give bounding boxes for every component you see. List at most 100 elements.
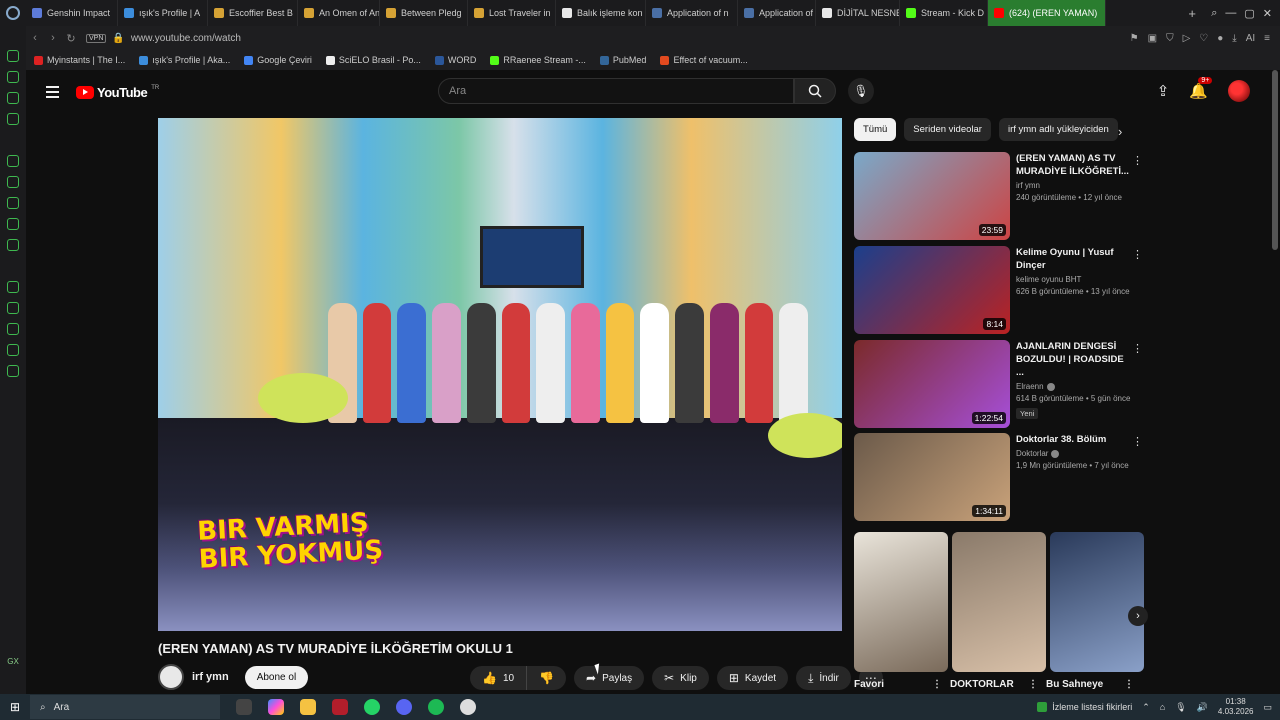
browser-tab[interactable]: DİJİTAL NESNE [816,0,900,26]
recommendation-channel[interactable]: irf ymn [1016,181,1132,190]
save-button[interactable]: ⊞ Kaydet [716,666,789,690]
channel-name[interactable]: irf ymn [192,671,229,683]
like-button[interactable]: 👍 10 [470,666,528,690]
whatsapp-icon[interactable] [7,176,19,188]
chips-next-icon[interactable]: › [1118,124,1122,139]
short-thumbnail[interactable] [854,532,948,672]
news-widget[interactable]: İzleme listesi fikirleri [1037,702,1132,712]
share-button[interactable]: ➦ Paylaş [574,666,645,690]
browser-tab[interactable]: Application of n [646,0,738,26]
short-item[interactable]: Bu Sahneye ⋮ [1046,679,1142,690]
recommendation-title[interactable]: Doktorlar 38. Bölüm [1016,433,1132,446]
ai-icon[interactable]: AI [1246,33,1255,44]
bookmark-icon[interactable]: ⚑ [1130,33,1139,44]
account-avatar[interactable] [1228,80,1250,102]
windows-start-icon[interactable]: ⊞ [0,700,30,714]
browser-tab[interactable]: Lost Traveler in [468,0,556,26]
search-tabs-icon[interactable]: ⌕ [1211,7,1217,20]
hamburger-menu-icon[interactable] [46,86,66,98]
browser-tab[interactable]: Genshin Impact [26,0,118,26]
download-button[interactable]: ⤓ İndir [796,666,851,690]
player-sidebar-icon[interactable] [7,281,19,293]
settings-icon[interactable] [7,365,19,377]
filter-chip[interactable]: Tümü [854,118,897,141]
more-vertical-icon[interactable]: ⋮ [1132,248,1143,261]
sidebar-game-icon[interactable] [7,92,19,104]
url-field[interactable]: www.youtube.com/watch [131,33,241,44]
minimize-icon[interactable]: — [1225,7,1236,20]
bookmark-item[interactable]: ışık's Profile | Aka... [139,55,230,65]
video-thumbnail[interactable]: 1:34:11 [854,433,1010,521]
youtube-logo[interactable]: YouTube TR [76,85,159,100]
browser-tab[interactable]: Application of n [738,0,816,26]
browser-tab[interactable]: Escoffier Best B [208,0,298,26]
file-explorer-icon[interactable] [300,699,316,715]
bookmark-item[interactable]: PubMed [599,55,646,65]
video-player[interactable]: BIR VARMIŞ BIR YOKMUŞ [158,118,842,631]
video-thumbnail[interactable]: 1:22:54 [854,340,1010,428]
page-scrollbar[interactable] [1272,70,1278,250]
bookmark-item[interactable]: SciELO Brasil - Po... [325,55,421,65]
gx-icon[interactable]: GX [7,657,19,666]
search-input[interactable]: Ara [438,78,794,104]
whatsapp-taskbar-icon[interactable] [364,699,380,715]
clock[interactable]: 01:38 4.03.2026 [1218,697,1254,717]
recommendation-channel[interactable]: Elraenn [1016,382,1132,391]
sidebar-home-icon[interactable] [7,50,19,62]
spotify-taskbar-icon[interactable] [428,699,444,715]
filter-chip[interactable]: irf ymn adlı yükleyiciden [998,118,1118,141]
lock-icon[interactable]: 🔒 [112,33,124,44]
snapshot-icon[interactable]: ▣ [1148,33,1157,44]
recommendation-channel[interactable]: kelime oyunu BHT [1016,275,1132,284]
menu-icon[interactable]: ≡ [1264,33,1270,44]
player-icon[interactable]: ▷ [1183,33,1191,44]
more-vertical-icon[interactable]: ⋮ [932,679,942,690]
bookmark-item[interactable]: Effect of vacuum... [660,55,748,65]
more-vertical-icon[interactable]: ⋮ [1028,679,1038,690]
short-item[interactable]: DOKTORLAR ⋮ [950,679,1046,690]
more-vertical-icon[interactable]: ⋮ [1132,154,1143,167]
notification-center-icon[interactable]: ▭ [1263,702,1272,713]
recommendation-item[interactable]: 8:14 Kelime Oyunu | Yusuf Dinçer kelime oy… [854,246,1144,336]
bookmark-item[interactable]: Myinstants | The I... [34,55,125,65]
opera-logo-icon[interactable] [0,0,26,26]
clip-button[interactable]: ✂ Klip [652,666,709,690]
forward-icon[interactable]: › [44,32,62,44]
opera-gx-icon[interactable] [332,699,348,715]
reload-icon[interactable]: ↻ [62,32,80,45]
short-thumbnail[interactable] [1050,532,1144,672]
task-view-icon[interactable] [236,699,252,715]
tray-chevron-icon[interactable]: ⌃ [1142,702,1150,713]
recommendation-channel[interactable]: Doktorlar [1016,449,1132,458]
taskbar-search[interactable]: ⌕ Ara [30,695,220,719]
download-icon[interactable]: ⤓ [1232,33,1236,44]
tabs-icon[interactable] [7,344,19,356]
bookmark-item[interactable]: Google Çeviri [244,55,312,65]
recommendation-item[interactable]: 1:34:11 Doktorlar 38. Bölüm Doktorlar 1,9 M… [854,433,1144,523]
browser-tab[interactable]: Between Pledg [380,0,468,26]
pin-icon[interactable] [7,302,19,314]
subscribe-button[interactable]: Abone ol [244,665,309,689]
recommendation-title[interactable]: Kelime Oyunu | Yusuf Dinçer [1016,246,1132,272]
search-button[interactable] [794,78,836,104]
video-thumbnail[interactable]: 23:59 [854,152,1010,240]
video-thumbnail[interactable]: 8:14 [854,246,1010,334]
twitch-icon[interactable] [7,155,19,167]
volume-icon[interactable]: 🔊 [1197,702,1208,713]
recommendation-item[interactable]: 1:22:54 AJANLARIN DENGESİ BOZULDU! | ROAD… [854,340,1144,430]
browser-tab[interactable]: An Omen of An [298,0,380,26]
browser-tab[interactable]: (624) (EREN YAMAN) [988,0,1106,26]
short-item[interactable]: Favori ⋮ [854,679,950,690]
discord-taskbar-icon[interactable] [396,699,412,715]
short-thumbnail[interactable] [952,532,1046,672]
bookmark-item[interactable]: WORD [434,55,476,65]
network-icon[interactable]: ⌂ [1160,702,1165,712]
maximize-icon[interactable]: ▢ [1244,7,1254,20]
more-vertical-icon[interactable]: ⋮ [1132,342,1143,355]
browser-tab[interactable]: ışık's Profile | A [118,0,208,26]
more-vertical-icon[interactable]: ⋮ [1124,679,1134,690]
adblock-icon[interactable]: ⛉ [1166,33,1174,44]
recommendation-item[interactable]: 23:59 (EREN YAMAN) AS TV MURADİYE İLKÖĞRE… [854,152,1144,242]
filter-chip[interactable]: Seriden videolar [904,118,991,141]
recommendation-title[interactable]: (EREN YAMAN) AS TV MURADİYE İLKÖĞRETİ... [1016,152,1132,178]
